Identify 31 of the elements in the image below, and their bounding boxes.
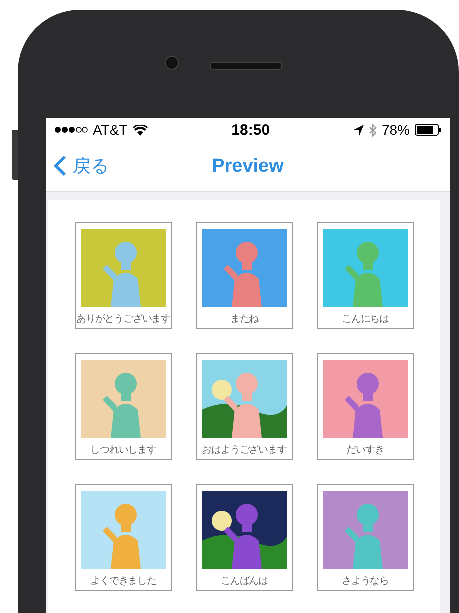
bluetooth-icon <box>368 124 377 136</box>
card-caption: こんにちは <box>342 313 389 326</box>
signal-icon <box>54 126 88 134</box>
location-icon <box>354 124 364 136</box>
picture-card[interactable]: さようなら <box>317 484 414 591</box>
card-caption: さようなら <box>342 575 389 588</box>
card-caption: だいすき <box>346 444 384 457</box>
battery-icon <box>415 124 442 136</box>
speaker-slot <box>210 62 282 70</box>
card-caption: こんばんは <box>220 575 268 588</box>
wifi-icon <box>132 124 148 136</box>
back-button[interactable]: 戻る <box>54 154 109 178</box>
picture-card[interactable]: だいすき <box>317 353 414 460</box>
picture-card[interactable]: こんにちは <box>317 222 414 329</box>
status-time: 18:50 <box>232 122 270 138</box>
chevron-left-icon <box>54 155 67 177</box>
picture-card[interactable]: しつれいします <box>75 353 172 460</box>
card-caption: ありがとうございます <box>76 313 171 326</box>
card-caption: しつれいします <box>90 444 156 457</box>
card-caption: よくできました <box>90 575 156 588</box>
picture-card[interactable]: おはようございます <box>196 353 293 460</box>
battery-percent: 78% <box>382 122 410 138</box>
picture-card[interactable]: ありがとうございます <box>75 222 172 329</box>
camera-lens <box>165 56 179 70</box>
picture-card[interactable]: こんばんは <box>196 484 293 591</box>
card-caption: おはようございます <box>202 444 287 457</box>
carrier-name: AT&T <box>93 122 128 138</box>
nav-title: Preview <box>212 156 284 178</box>
picture-card[interactable]: またね <box>196 222 293 329</box>
card-caption: またね <box>230 313 259 326</box>
picture-card[interactable]: よくできました <box>75 484 172 591</box>
